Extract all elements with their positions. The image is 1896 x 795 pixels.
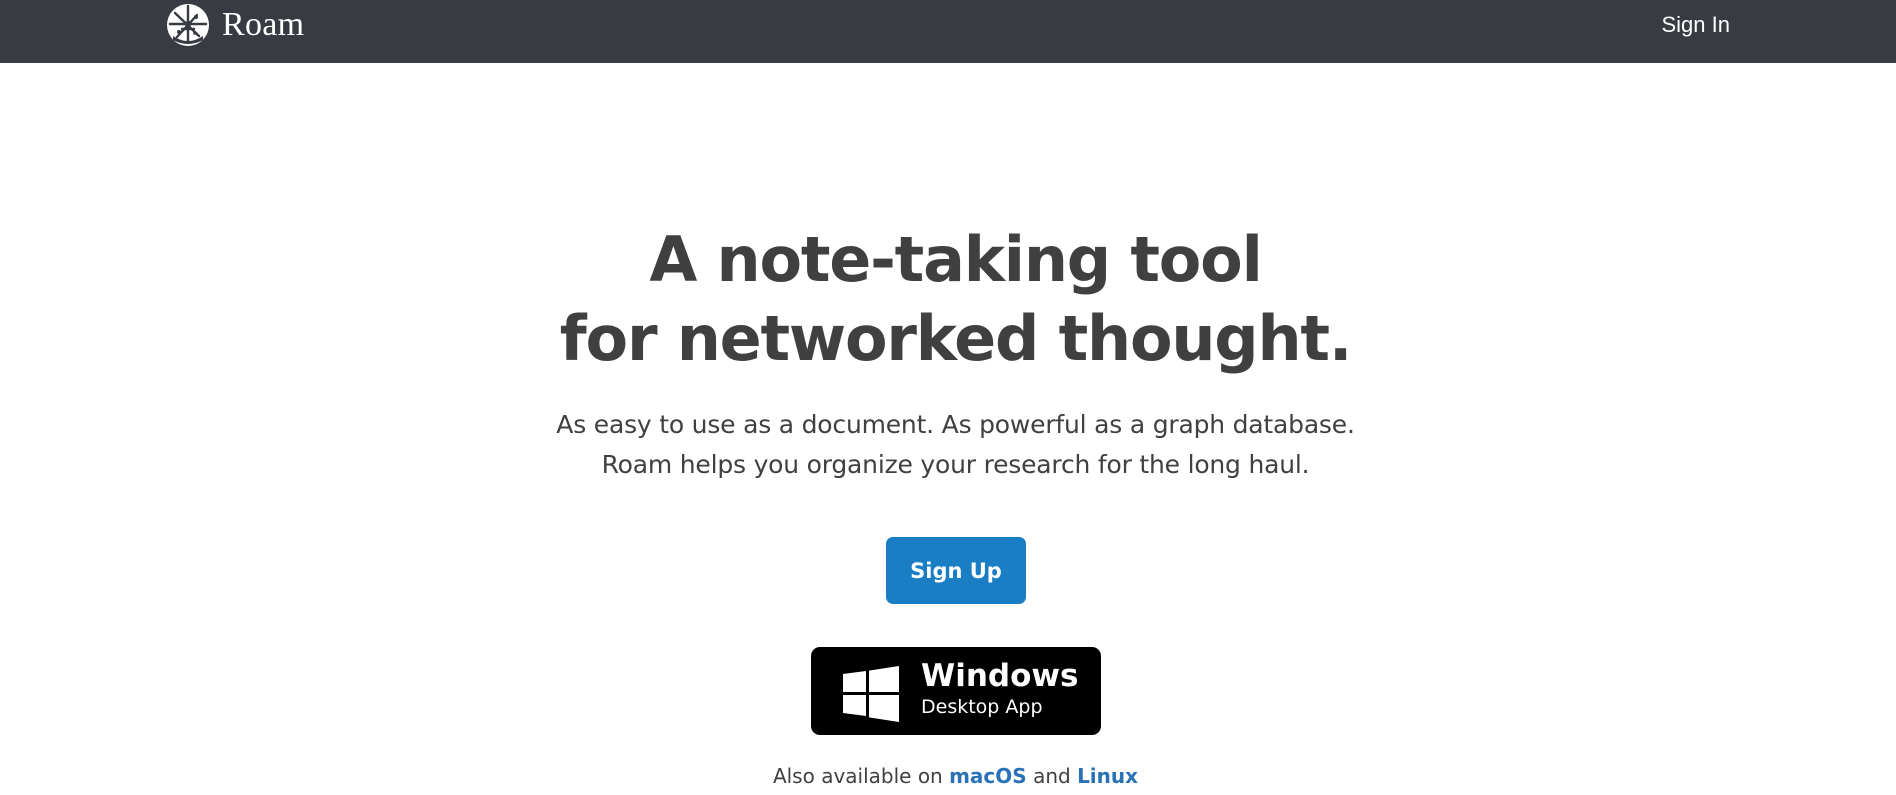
hero-headline-line-2: for networked thought.	[559, 302, 1353, 375]
windows-logo-icon	[843, 666, 899, 722]
hero-section: A note-taking tool for networked thought…	[0, 220, 1896, 485]
hero-subheading: As easy to use as a document. As powerfu…	[0, 405, 1896, 485]
other-platforms-prefix: Also available on	[772, 764, 943, 788]
windows-button-title: Windows	[921, 658, 1079, 694]
windows-download-button[interactable]: Windows Desktop App	[811, 647, 1101, 735]
other-platforms-conjunction: and	[1033, 764, 1071, 788]
sign-in-link[interactable]: Sign In	[1662, 11, 1731, 39]
brand-name: Roam	[222, 5, 305, 43]
hero-subheading-line-2: Roam helps you organize your research fo…	[601, 450, 1310, 479]
sign-up-button[interactable]: Sign Up	[886, 537, 1026, 604]
windows-button-subtitle: Desktop App	[921, 696, 1043, 718]
roam-logo-icon	[167, 3, 209, 46]
hero-headline: A note-taking tool for networked thought…	[0, 220, 1896, 378]
hero-headline-line-1: A note-taking tool	[649, 223, 1262, 296]
hero-subheading-line-1: As easy to use as a document. As powerfu…	[556, 410, 1355, 439]
linux-link[interactable]: Linux	[1077, 764, 1138, 788]
macos-link[interactable]: macOS	[949, 764, 1027, 788]
brand-home-link[interactable]: Roam	[165, 1, 304, 48]
top-navbar: Roam Sign In	[0, 0, 1896, 63]
other-platforms-text: Also available on macOS and Linux	[0, 762, 1896, 790]
